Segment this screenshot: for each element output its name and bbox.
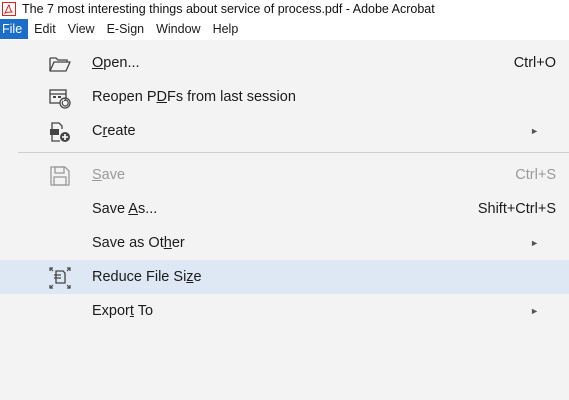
window-title: The 7 most interesting things about serv… xyxy=(22,2,435,16)
shortcut-save-as: Shift+Ctrl+S xyxy=(477,201,556,217)
menu-item-open[interactable]: Open... Ctrl+O xyxy=(0,46,569,80)
menu-window[interactable]: Window xyxy=(150,19,206,39)
menu-item-save[interactable]: Save Ctrl+S xyxy=(0,158,569,192)
menu-item-save-as[interactable]: Save As... Shift+Ctrl+S xyxy=(0,192,569,226)
menu-item-reduce-file-size[interactable]: Reduce File Size xyxy=(0,260,569,294)
shortcut-save: Ctrl+S xyxy=(515,167,556,183)
menu-edit[interactable]: Edit xyxy=(28,19,62,39)
submenu-arrow-icon: ► xyxy=(530,238,539,248)
reopen-icon xyxy=(48,86,72,110)
reduce-file-size-icon xyxy=(48,266,72,290)
menu-item-save-as-other[interactable]: Save as Other ► xyxy=(0,226,569,260)
menu-file[interactable]: File xyxy=(0,19,29,39)
file-menu-dropdown: Open... Ctrl+O Reopen PDFs from last ses… xyxy=(0,40,569,400)
submenu-arrow-icon: ► xyxy=(530,306,539,316)
open-folder-icon xyxy=(48,52,72,76)
shortcut-open: Ctrl+O xyxy=(513,55,556,71)
menu-bar: File Edit View E-Sign Window Help xyxy=(0,19,569,39)
title-bar: The 7 most interesting things about serv… xyxy=(0,0,569,18)
menu-help[interactable]: Help xyxy=(207,19,245,39)
menu-item-reopen[interactable]: Reopen PDFs from last session xyxy=(0,80,569,114)
pdf-file-icon xyxy=(0,0,18,18)
submenu-arrow-icon: ► xyxy=(530,126,539,136)
save-icon xyxy=(48,164,72,188)
menu-view[interactable]: View xyxy=(62,19,101,39)
menu-esign[interactable]: E-Sign xyxy=(101,19,151,39)
menu-item-create[interactable]: Create ► xyxy=(0,114,569,148)
menu-separator xyxy=(18,152,569,153)
menu-item-export-to[interactable]: Export To ► xyxy=(0,294,569,328)
create-icon xyxy=(48,120,72,144)
